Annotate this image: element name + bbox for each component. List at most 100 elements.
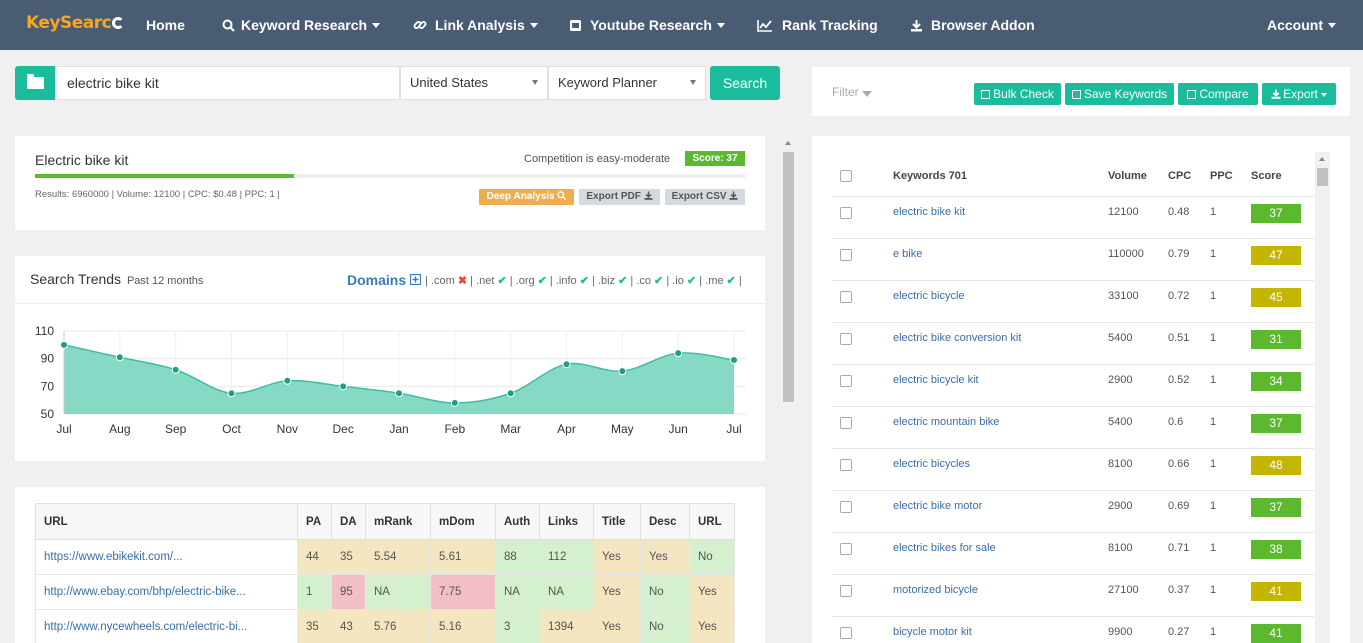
source-select[interactable]: Keyword Planner [548,66,706,100]
keyword-link[interactable]: motorized bicycle [893,584,978,596]
scroll-up-arrow-icon[interactable] [785,141,791,145]
separator: | [506,275,516,287]
filter-icon [861,91,872,97]
metric-cell: 5.61 [430,539,496,575]
nav-browser-addon[interactable]: Browser Addon [910,0,1035,50]
cpc-value: 0.79 [1168,248,1190,260]
trend-point[interactable] [618,367,627,376]
row-checkbox[interactable] [840,249,852,261]
url-link[interactable]: http://www.nycewheels.com/electric-bi... [35,609,298,643]
left-scrollbar-thumb[interactable] [783,152,794,402]
keyword-link[interactable]: bicycle motor kit [893,626,972,638]
keyword-link[interactable]: electric bike kit [893,206,965,218]
column-header[interactable]: DA [331,503,366,540]
domain-item: | .net ✔ [467,275,507,287]
column-header[interactable]: mRank [365,503,431,540]
keywords-column-header[interactable]: Keywords 701 [893,170,967,182]
nav-home[interactable]: Home [146,0,185,50]
score-progress-fill [35,174,294,178]
trend-point[interactable] [171,365,180,374]
keyword-link[interactable]: electric bicycle kit [893,374,979,386]
score-badge: 45 [1251,288,1301,307]
keyword-search-input[interactable] [55,66,400,100]
trend-point[interactable] [227,389,236,398]
nav-rank-tracking-label: Rank Tracking [782,17,878,33]
keyword-link[interactable]: electric bikes for sale [893,542,996,554]
url-link[interactable]: https://www.ebikekit.com/... [35,539,298,575]
nav-youtube-research[interactable]: Youtube Research [569,0,725,50]
volume-column-header[interactable]: Volume [1108,170,1147,182]
ppc-column-header[interactable]: PPC [1210,170,1233,182]
domains-label[interactable]: Domains [347,272,422,288]
column-header[interactable]: URL [689,503,735,540]
keyword-summary-panel [15,136,765,230]
domain-item: | .me ✔ [696,275,736,287]
trend-point[interactable] [562,360,571,369]
right-scrollbar-thumb[interactable] [1317,168,1328,186]
bulk-check-button[interactable]: Bulk Check [974,83,1061,105]
country-select[interactable]: United States [400,66,548,100]
filter-toggle[interactable]: Filter [832,85,872,99]
scroll-up-arrow-icon[interactable] [1319,157,1325,161]
metric-cell: No [689,539,735,575]
save-keywords-label: Save Keywords [1083,87,1168,101]
trend-point[interactable] [730,356,738,365]
ppc-value: 1 [1210,542,1217,554]
column-header[interactable]: PA [297,503,332,540]
trend-point[interactable] [674,349,683,358]
row-checkbox[interactable] [840,207,852,219]
column-header[interactable]: Links [539,503,594,540]
row-checkbox[interactable] [840,291,852,303]
select-all-checkbox[interactable] [840,170,852,182]
trend-point[interactable] [339,382,348,391]
export-csv-button[interactable]: Export CSV [665,189,745,205]
row-checkbox[interactable] [840,543,852,555]
row-checkbox[interactable] [840,459,852,471]
nav-keyword-research[interactable]: Keyword Research [222,0,381,50]
row-checkbox[interactable] [840,375,852,387]
search-button[interactable]: Search [710,66,780,100]
export-button[interactable]: Export [1262,83,1336,105]
x-tick-label: Jul [726,422,741,436]
save-keywords-button[interactable]: Save Keywords [1065,83,1174,105]
trend-point[interactable] [283,376,292,385]
row-checkbox[interactable] [840,627,852,639]
column-header[interactable]: mDom [430,503,496,540]
saved-lists-button[interactable] [15,66,55,100]
column-header[interactable]: Desc [640,503,690,540]
cpc-column-header[interactable]: CPC [1168,170,1191,182]
metric-cell: 5.54 [365,539,431,575]
column-header[interactable]: URL [35,503,298,540]
keyword-link[interactable]: electric bike conversion kit [893,332,1021,344]
trend-point[interactable] [115,353,124,362]
trend-point[interactable] [60,340,68,349]
score-column-header[interactable]: Score [1251,170,1282,182]
url-link[interactable]: http://www.ebay.com/bhp/electric-bike... [35,574,298,610]
keyword-link[interactable]: electric bike motor [893,500,982,512]
nav-link-analysis[interactable]: Link Analysis [413,0,538,50]
trend-point[interactable] [506,389,515,398]
nav-account[interactable]: Account [1267,0,1336,50]
row-checkbox[interactable] [840,417,852,429]
row-checkbox[interactable] [840,333,852,345]
column-header[interactable]: Title [593,503,641,540]
right-scrollbar[interactable] [1315,152,1330,643]
keysearch-logo[interactable]: KeySearc [26,13,125,33]
keyword-link[interactable]: e bike [893,248,922,260]
keyword-row: electric bicycle kit 2900 0.52 1 34 [832,365,1314,407]
keyword-link[interactable]: electric bicycles [893,458,970,470]
column-header[interactable]: Auth [495,503,540,540]
trend-point[interactable] [450,398,459,407]
left-scrollbar[interactable] [781,136,796,643]
deep-analysis-button[interactable]: Deep Analysis [479,189,574,205]
keyword-link[interactable]: electric bicycle [893,290,965,302]
nav-rank-tracking[interactable]: Rank Tracking [757,0,878,50]
cpc-value: 0.69 [1168,500,1190,512]
row-checkbox[interactable] [840,501,852,513]
trend-point[interactable] [395,389,403,398]
serp-table-body: https://www.ebikekit.com/... 44 35 5.54 5.61… [35,539,735,643]
compare-button[interactable]: Compare [1178,83,1258,105]
keyword-link[interactable]: electric mountain bike [893,416,999,428]
export-pdf-button[interactable]: Export PDF [579,189,660,205]
row-checkbox[interactable] [840,585,852,597]
